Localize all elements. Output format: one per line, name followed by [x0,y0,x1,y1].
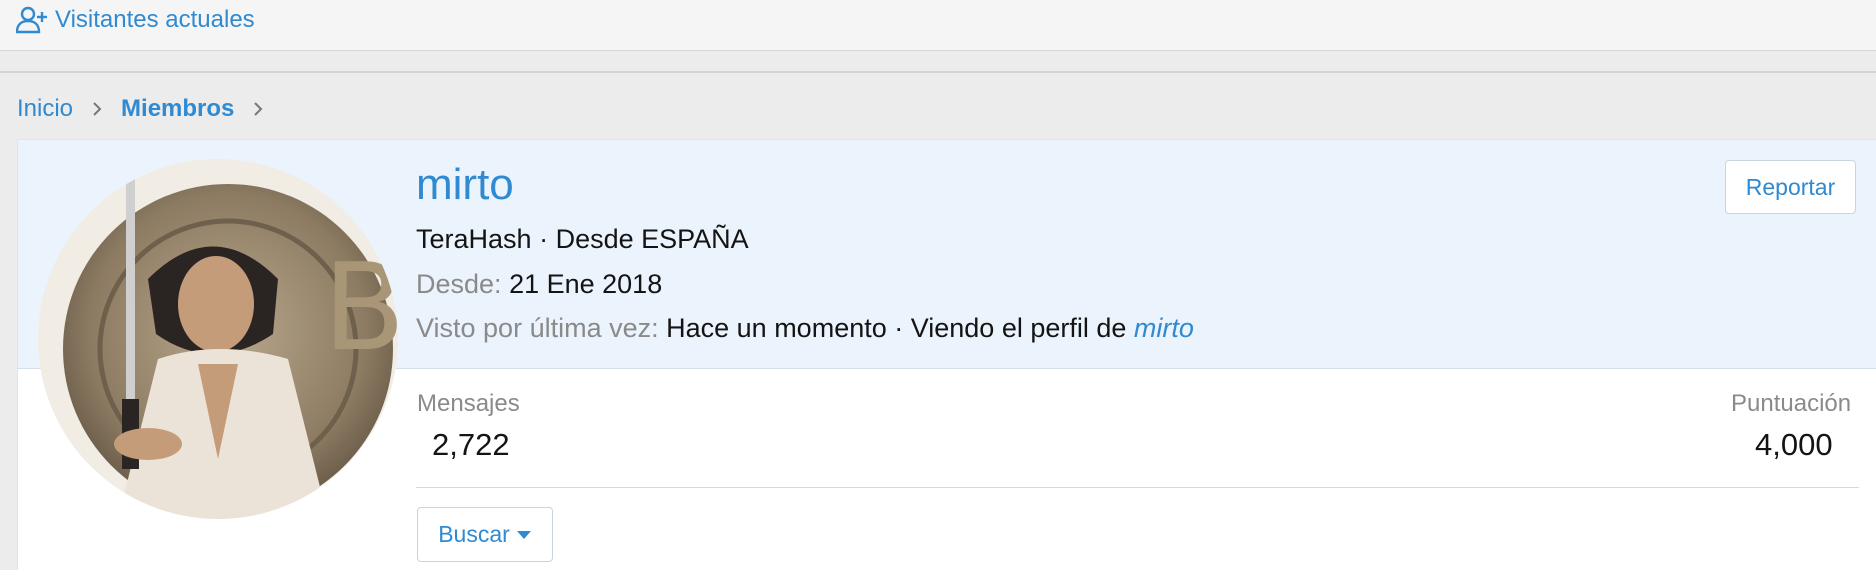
dot-separator: · [539,224,556,254]
joined-date: 21 Ene 2018 [509,269,663,299]
avatar[interactable]: B [38,159,398,519]
messages-count[interactable]: 2,722 [432,427,510,463]
breadcrumb: Inicio Miembros [17,95,282,123]
joined-line: Desde: 21 Ene 2018 [416,269,662,300]
avatar-image: B [38,159,398,519]
caret-down-icon [516,530,531,539]
last-seen-line: Visto por última vez: Hace un momento · … [416,313,1194,344]
rank-location-line: TeraHash · Desde ESPAÑA [416,224,749,255]
member-location: Desde ESPAÑA [555,224,749,254]
messages-label: Mensajes [417,390,520,417]
last-seen-label: Visto por última vez: [416,313,659,343]
current-visitors-link[interactable]: Visitantes actuales [16,6,255,34]
score-label: Puntuación [1731,390,1852,417]
member-rank: TeraHash [416,224,532,254]
top-bar: Visitantes actuales [0,0,1876,51]
search-button-label: Buscar [438,521,510,547]
search-dropdown-button[interactable]: Buscar [417,507,553,562]
section-divider [0,71,1876,73]
chevron-right-icon [93,102,102,116]
report-button[interactable]: Reportar [1725,160,1856,214]
current-visitors-label: Visitantes actuales [55,6,255,33]
last-seen-value: Hace un momento · Viendo el perfil de [666,313,1127,343]
user-plus-icon [16,6,47,34]
breadcrumb-home[interactable]: Inicio [17,95,73,123]
breadcrumb-members[interactable]: Miembros [121,95,234,123]
chevron-right-icon [254,102,263,116]
last-seen-profile-link[interactable]: mirto [1134,313,1194,343]
joined-label: Desde: [416,269,502,299]
score-value[interactable]: 4,000 [1755,427,1833,463]
member-profile-card: B mirto TeraHash · Desde ESPAÑA Desde: 2… [17,139,1876,570]
profile-username: mirto [416,160,514,209]
stats-divider [416,487,1859,488]
